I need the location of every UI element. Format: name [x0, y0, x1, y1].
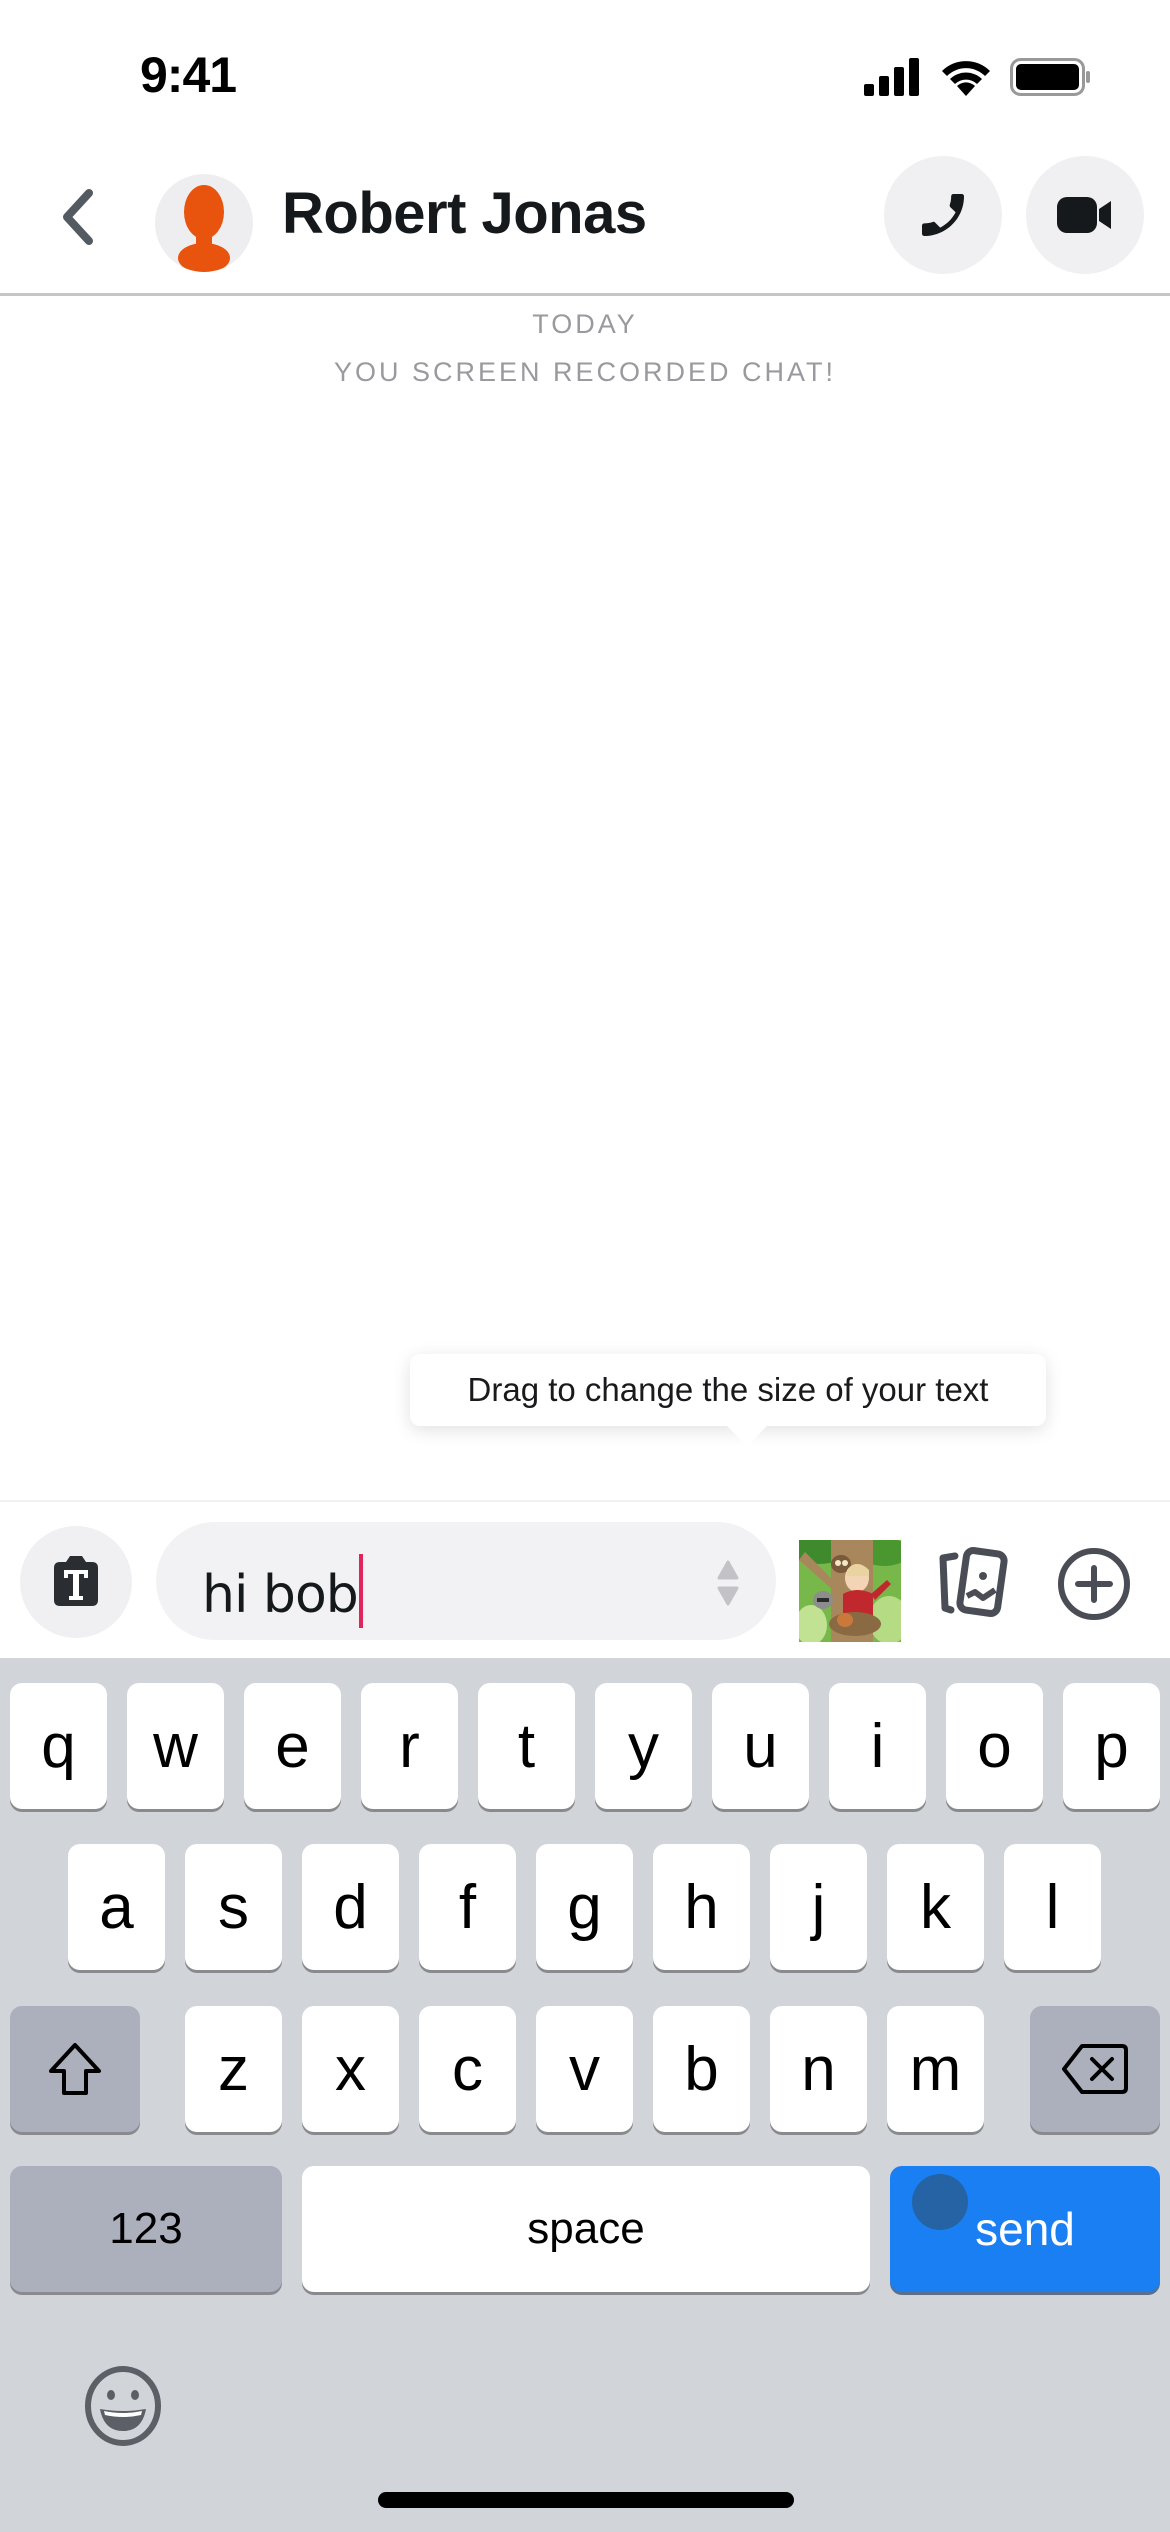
video-call-button[interactable]: [1026, 156, 1144, 274]
contact-avatar[interactable]: [155, 174, 253, 272]
home-indicator[interactable]: [378, 2492, 794, 2508]
key-y[interactable]: y: [595, 1683, 692, 1809]
key-e[interactable]: e: [244, 1683, 341, 1809]
chevron-left-icon: [63, 189, 93, 245]
shift-key[interactable]: [10, 2006, 140, 2132]
keyboard: q w e r t y u i o p a s d f g h j k l z …: [0, 1658, 1170, 2532]
memories-button[interactable]: [935, 1546, 1011, 1622]
screen-record-notice: YOU SCREEN RECORDED CHAT!: [333, 357, 837, 387]
voice-call-button[interactable]: [884, 156, 1002, 274]
key-a[interactable]: a: [68, 1844, 165, 1970]
backspace-icon: [1062, 2044, 1128, 2094]
key-v[interactable]: v: [536, 2006, 633, 2132]
video-camera-icon: [1057, 197, 1111, 233]
text-size-tooltip: Drag to change the size of your text: [410, 1354, 1046, 1446]
battery-icon: [1010, 58, 1090, 96]
numbers-key[interactable]: 123: [10, 2166, 282, 2292]
delete-key[interactable]: [1030, 2006, 1160, 2132]
message-input-value[interactable]: hi bob: [202, 1554, 363, 1628]
key-h[interactable]: h: [653, 1844, 750, 1970]
memories-icon: [939, 1547, 1008, 1617]
emoji-button[interactable]: [82, 2365, 164, 2447]
more-actions-button[interactable]: [1056, 1546, 1132, 1622]
touch-indicator: [912, 2174, 968, 2230]
shift-icon: [49, 2043, 101, 2095]
space-key[interactable]: space: [302, 2166, 870, 2292]
key-p[interactable]: p: [1063, 1683, 1160, 1809]
text-style-icon: [54, 1556, 98, 1606]
signal-icon: [864, 58, 919, 96]
key-i[interactable]: i: [829, 1683, 926, 1809]
key-o[interactable]: o: [946, 1683, 1043, 1809]
text-size-handle[interactable]: [716, 1558, 740, 1608]
person-silhouette-icon: [178, 185, 230, 272]
emoji-icon: [85, 2366, 161, 2446]
plus-circle-icon: [1058, 1548, 1130, 1620]
key-m[interactable]: m: [887, 2006, 984, 2132]
compose-bar: hi bob: [0, 1500, 1170, 1658]
send-key-label: send: [975, 2203, 1075, 2255]
message-input[interactable]: hi bob: [156, 1522, 776, 1640]
bitmoji-button[interactable]: [799, 1540, 901, 1642]
key-g[interactable]: g: [536, 1844, 633, 1970]
key-z[interactable]: z: [185, 2006, 282, 2132]
key-t[interactable]: t: [478, 1683, 575, 1809]
key-q[interactable]: q: [10, 1683, 107, 1809]
key-d[interactable]: d: [302, 1844, 399, 1970]
bitmoji-sticker-icon: [799, 1540, 901, 1642]
key-c[interactable]: c: [419, 2006, 516, 2132]
text-style-button[interactable]: [20, 1526, 132, 1638]
key-b[interactable]: b: [653, 2006, 750, 2132]
text-caret: [358, 1554, 363, 1628]
phone-icon: [922, 194, 964, 236]
status-bar: 9:41: [0, 0, 1170, 140]
key-r[interactable]: r: [361, 1683, 458, 1809]
send-key[interactable]: send: [890, 2166, 1160, 2292]
key-j[interactable]: j: [770, 1844, 867, 1970]
resize-handle-icon: [717, 1560, 739, 1606]
status-time: 9:41: [140, 47, 237, 103]
contact-name[interactable]: Robert Jonas: [282, 180, 647, 247]
status-icons: [864, 58, 1092, 96]
chat-date-label: TODAY: [532, 309, 638, 339]
chat-area: TODAY YOU SCREEN RECORDED CHAT! Drag to …: [0, 299, 1170, 1499]
key-x[interactable]: x: [302, 2006, 399, 2132]
key-s[interactable]: s: [185, 1844, 282, 1970]
key-u[interactable]: u: [712, 1683, 809, 1809]
key-l[interactable]: l: [1004, 1844, 1101, 1970]
key-w[interactable]: w: [127, 1683, 224, 1809]
back-button[interactable]: [52, 182, 102, 252]
wifi-icon: [942, 61, 990, 96]
key-n[interactable]: n: [770, 2006, 867, 2132]
key-f[interactable]: f: [419, 1844, 516, 1970]
chat-header: Robert Jonas: [0, 140, 1170, 296]
key-k[interactable]: k: [887, 1844, 984, 1970]
